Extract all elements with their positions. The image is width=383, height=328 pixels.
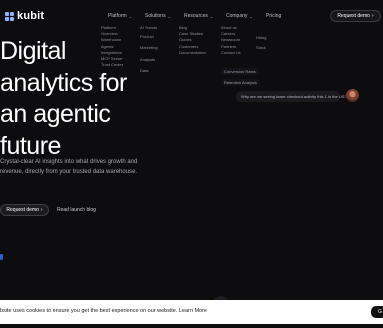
read-launch-blog-link[interactable]: Read launch blog	[57, 207, 96, 213]
nav-solutions-label: Solutions	[145, 13, 166, 19]
brand-logo[interactable]: kubit	[5, 10, 44, 22]
hero-subtitle: Crystal-clear AI insights into what driv…	[0, 159, 138, 175]
avatar	[346, 89, 359, 102]
menu-column-resources: Blog Case Studies Guides Customers Docum…	[179, 25, 206, 56]
menu-column-company: About us Careers Newsroom Partners Conta…	[221, 25, 241, 56]
nav-platform-label: Platform	[108, 13, 127, 19]
hero-request-demo-label: Request demo	[6, 207, 39, 213]
cookie-accept-label: G	[378, 309, 382, 315]
brand-name: kubit	[17, 10, 45, 22]
chevron-down-icon: ⌄	[128, 13, 132, 19]
cookie-accept-button[interactable]: G	[371, 306, 383, 318]
hero-title-line: an agentic	[0, 100, 111, 128]
request-demo-button[interactable]: Request demo ›	[330, 10, 381, 22]
nav-resources-label: Resources	[184, 13, 208, 19]
request-demo-label: Request demo	[337, 13, 370, 19]
cookie-text: bsite uses cookies to ensure you get the…	[0, 308, 207, 314]
nav-platform[interactable]: Platform ⌄	[108, 13, 132, 19]
arrow-right-icon: ›	[371, 13, 374, 19]
menu-link[interactable]: Slack	[256, 45, 266, 51]
chevron-down-icon: ⌄	[209, 13, 214, 19]
side-marker	[0, 254, 3, 260]
chat-message-bubble: Why are we seeing lower checkout activit…	[236, 91, 347, 102]
arrow-right-icon: ›	[40, 207, 43, 213]
hero-title: Digital analytics for an agentic future	[0, 36, 150, 162]
nav-pricing[interactable]: Pricing	[266, 13, 281, 19]
chevron-down-icon: ⌄	[167, 13, 171, 19]
conversion-rates-pill: Conversion Rates	[221, 68, 259, 75]
nav-solutions[interactable]: Solutions ⌄	[145, 13, 171, 19]
chat-message-text: Why are we seeing lower checkout activit…	[241, 94, 347, 99]
kubit-logo-icon	[5, 11, 14, 21]
menu-link[interactable]: AI Trends	[140, 25, 158, 31]
menu-link[interactable]: Hiring	[256, 35, 266, 41]
nav-company[interactable]: Company ⌄	[226, 13, 253, 19]
hero-title-line: Digital	[0, 37, 66, 65]
nav-company-label: Company	[226, 13, 248, 19]
menu-column-extra: Hiring Slack	[256, 35, 266, 51]
cookie-banner: bsite uses cookies to ensure you get the…	[0, 300, 383, 324]
retention-analysis-pill: Retention Analysis	[221, 79, 260, 86]
nav-resources[interactable]: Resources ⌄	[184, 13, 213, 19]
chevron-down-icon: ⌄	[249, 13, 253, 19]
hero-request-demo-button[interactable]: Request demo ›	[0, 204, 49, 216]
nav-pricing-label: Pricing	[266, 13, 282, 19]
menu-link[interactable]: Contact Us	[221, 50, 241, 56]
hero-title-line: analytics for	[0, 68, 127, 97]
menu-link[interactable]: Documentation	[179, 50, 206, 56]
